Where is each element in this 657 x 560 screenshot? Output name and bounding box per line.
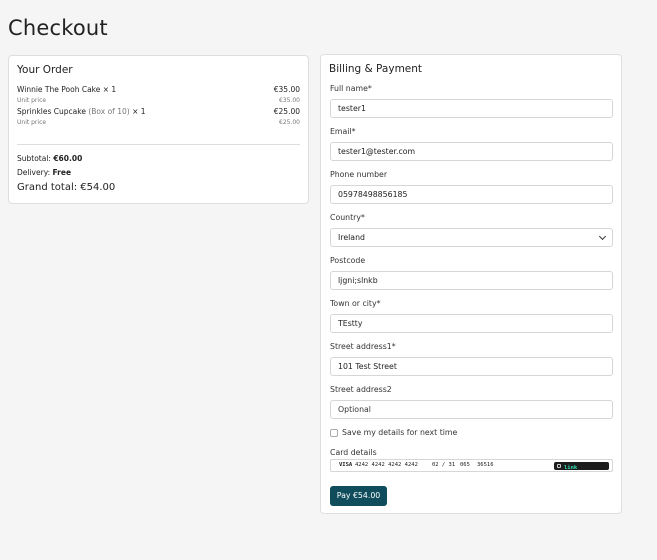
card-expiry[interactable]: 02 / 31 <box>432 462 455 468</box>
street1-label: Street address1* <box>330 342 396 351</box>
order-divider <box>17 144 300 145</box>
postcode-input[interactable]: ljgni;slnkb <box>330 271 613 290</box>
billing-title: Billing & Payment <box>329 63 423 75</box>
save-with-link-button[interactable]: Save with link <box>554 462 609 471</box>
card-number[interactable]: 4242 4242 4242 4242 <box>355 462 418 468</box>
visa-icon: VISA <box>339 462 353 468</box>
delivery-value: Free <box>52 168 72 177</box>
street2-input[interactable]: Optional <box>330 400 613 419</box>
country-label: Country* <box>330 213 365 222</box>
order-item-price: €25.00 <box>273 107 300 116</box>
country-select[interactable]: Ireland <box>330 228 613 247</box>
order-item-unit: Unit price €35.00 <box>17 97 300 104</box>
card-cvc[interactable]: 065 <box>460 462 470 468</box>
town-input[interactable]: TEstty <box>330 314 613 333</box>
card-zip[interactable]: 36516 <box>477 462 494 468</box>
order-item: Sprinkles Cupcake (Box of 10) × 1 €25.00 <box>17 107 300 116</box>
link-brand: link <box>564 465 578 471</box>
order-item-variant: (Box of 10) <box>88 107 130 116</box>
postcode-label: Postcode <box>330 256 366 265</box>
phone-label: Phone number <box>330 170 388 179</box>
save-details-row[interactable]: Save my details for next time <box>330 428 457 437</box>
order-item: Winnie The Pooh Cake × 1 €35.00 <box>17 85 300 94</box>
country-value: Ireland <box>338 233 365 242</box>
grand-total: Grand total: €54.00 <box>17 182 116 193</box>
order-item-price: €35.00 <box>273 85 300 94</box>
unit-price-value: €25.00 <box>279 119 300 126</box>
save-details-checkbox[interactable] <box>330 428 338 437</box>
page-title: Checkout <box>8 16 108 40</box>
order-item-qty: × 1 <box>102 85 117 94</box>
delivery-line: Delivery: Free <box>17 168 71 177</box>
full-name-input[interactable]: tester1 <box>330 99 613 118</box>
unit-price-label: Unit price <box>17 119 47 126</box>
phone-input[interactable]: 05978498856185 <box>330 185 613 204</box>
unit-price-value: €35.00 <box>279 97 300 104</box>
pay-button[interactable]: Pay €54.00 <box>330 486 387 506</box>
order-item-name: Winnie The Pooh Cake <box>17 85 101 94</box>
save-details-label: Save my details for next time <box>342 428 458 437</box>
email-label: Email* <box>330 127 356 136</box>
unit-price-label: Unit price <box>17 97 47 104</box>
lock-icon <box>557 464 561 468</box>
billing-payment-card: Billing & Payment Full name* tester1 Ema… <box>320 54 622 514</box>
order-item-qty: × 1 <box>132 107 146 116</box>
chevron-down-icon <box>598 232 607 241</box>
town-label: Town or city* <box>330 299 381 308</box>
order-item-unit: Unit price €25.00 <box>17 119 300 126</box>
order-title: Your Order <box>17 64 73 76</box>
subtotal-line: Subtotal: €60.00 <box>17 154 82 163</box>
full-name-label: Full name* <box>330 84 372 93</box>
email-input[interactable]: tester1@tester.com <box>330 142 613 161</box>
card-details-label: Card details <box>330 448 377 457</box>
street2-label: Street address2 <box>330 385 392 394</box>
street1-input[interactable]: 101 Test Street <box>330 357 613 376</box>
order-summary-card: Your Order Winnie The Pooh Cake × 1 €35.… <box>8 55 309 204</box>
subtotal-label: Subtotal: <box>17 154 51 163</box>
subtotal-value: €60.00 <box>53 154 83 163</box>
delivery-label: Delivery: <box>17 168 51 177</box>
card-details-input[interactable]: VISA 4242 4242 4242 4242 02 / 31 065 365… <box>330 459 613 472</box>
order-item-name: Sprinkles Cupcake <box>17 107 86 116</box>
